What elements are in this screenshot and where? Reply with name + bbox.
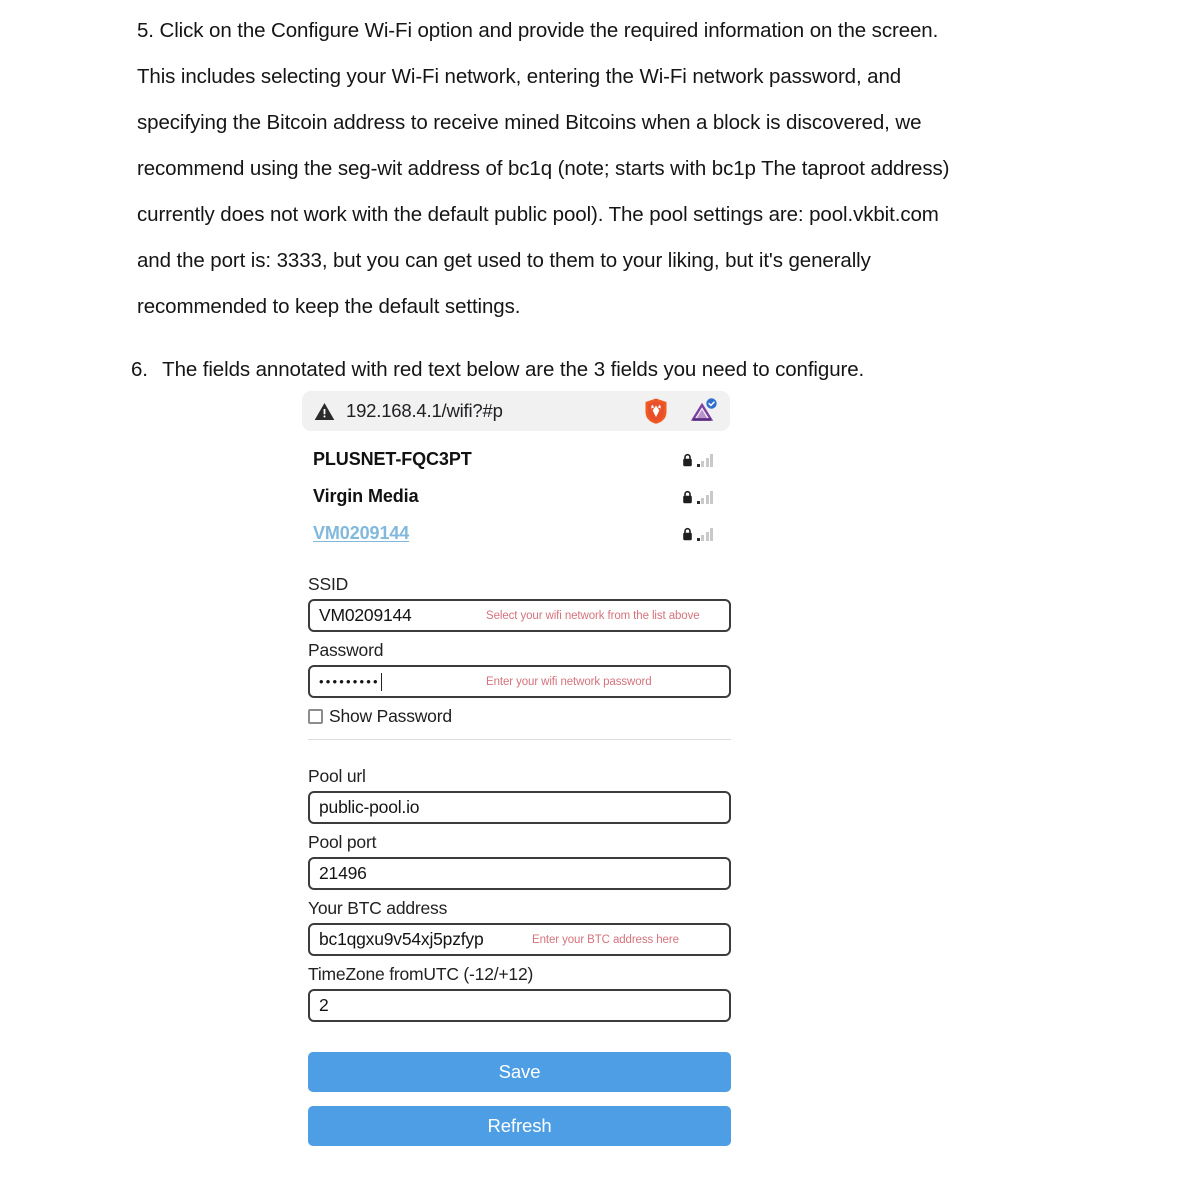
extension-triangle-icon[interactable]: [688, 397, 718, 426]
signal-bars-icon: [696, 490, 713, 504]
url-text: 192.168.4.1/wifi?#p: [346, 400, 503, 421]
wifi-network-list: PLUSNET-FQC3PT Virgin Media VM0209144: [300, 441, 732, 552]
btc-address-value: bc1qgxu9v54xj5pzfyp: [319, 929, 484, 949]
wifi-config-form: SSID VM0209144 Select your wifi network …: [300, 574, 732, 1022]
btc-address-annotation: Enter your BTC address here: [532, 933, 679, 946]
ssid-annotation: Select your wifi network from the list a…: [486, 609, 700, 622]
pool-port-label: Pool port: [308, 832, 377, 852]
save-button[interactable]: Save: [308, 1052, 731, 1092]
ssid-value: VM0209144: [319, 605, 412, 625]
embedded-browser-screenshot: 192.168.4.1/wifi?#p PLUSNET-FQC3PT Virgi…: [300, 391, 732, 1160]
ssid-label: SSID: [308, 574, 349, 594]
lock-icon: [682, 527, 693, 541]
password-input[interactable]: ••••••••• Enter your wifi network passwo…: [308, 665, 731, 698]
wifi-network-name[interactable]: VM0209144: [313, 523, 682, 544]
step-5-text: Click on the Configure Wi-Fi option and …: [137, 19, 950, 318]
pool-url-value: public-pool.io: [319, 797, 420, 817]
password-value: •••••••••: [319, 674, 380, 689]
instruction-step-5: 5. Click on the Configure Wi-Fi option a…: [137, 8, 967, 330]
form-actions: Save Refresh: [300, 1052, 732, 1146]
browser-url-bar[interactable]: 192.168.4.1/wifi?#p: [302, 391, 730, 431]
wifi-network-status: [682, 453, 731, 467]
timezone-value: 2: [319, 995, 329, 1015]
pool-url-input[interactable]: public-pool.io: [308, 791, 731, 824]
text-caret: [380, 672, 383, 691]
wifi-network-status: [682, 490, 731, 504]
password-annotation: Enter your wifi network password: [486, 675, 652, 688]
instruction-step-6: 6. The fields annotated with red text be…: [131, 347, 864, 393]
wifi-network-row[interactable]: Virgin Media: [313, 478, 730, 515]
timezone-input[interactable]: 2: [308, 989, 731, 1022]
section-divider: [308, 739, 731, 740]
show-password-checkbox[interactable]: [308, 709, 323, 724]
wifi-network-name[interactable]: Virgin Media: [313, 486, 682, 507]
timezone-label: TimeZone fromUTC (-12/+12): [308, 964, 534, 984]
warning-triangle-icon: [314, 402, 335, 421]
wifi-network-row-selected[interactable]: VM0209144: [313, 515, 730, 552]
ssid-input[interactable]: VM0209144 Select your wifi network from …: [308, 599, 731, 632]
brave-lion-icon[interactable]: [643, 397, 669, 425]
pool-port-value: 21496: [319, 863, 367, 883]
lock-icon: [682, 490, 693, 504]
btc-address-input[interactable]: bc1qgxu9v54xj5pzfyp Enter your BTC addre…: [308, 923, 731, 956]
pool-url-label: Pool url: [308, 766, 366, 786]
show-password-label: Show Password: [329, 706, 452, 726]
pool-port-input[interactable]: 21496: [308, 857, 731, 890]
wifi-network-row[interactable]: PLUSNET-FQC3PT: [313, 441, 730, 478]
wifi-network-status: [682, 527, 731, 541]
step-6-number: 6.: [131, 358, 148, 381]
btc-address-label: Your BTC address: [308, 898, 448, 918]
wifi-network-name[interactable]: PLUSNET-FQC3PT: [313, 449, 682, 470]
step-5-number: 5.: [137, 19, 154, 42]
step-6-text: The fields annotated with red text below…: [162, 358, 865, 381]
lock-icon: [682, 453, 693, 467]
show-password-row[interactable]: Show Password: [308, 706, 730, 727]
password-label: Password: [308, 640, 384, 660]
refresh-button[interactable]: Refresh: [308, 1106, 731, 1146]
signal-bars-icon: [696, 453, 713, 467]
signal-bars-icon: [696, 527, 713, 541]
